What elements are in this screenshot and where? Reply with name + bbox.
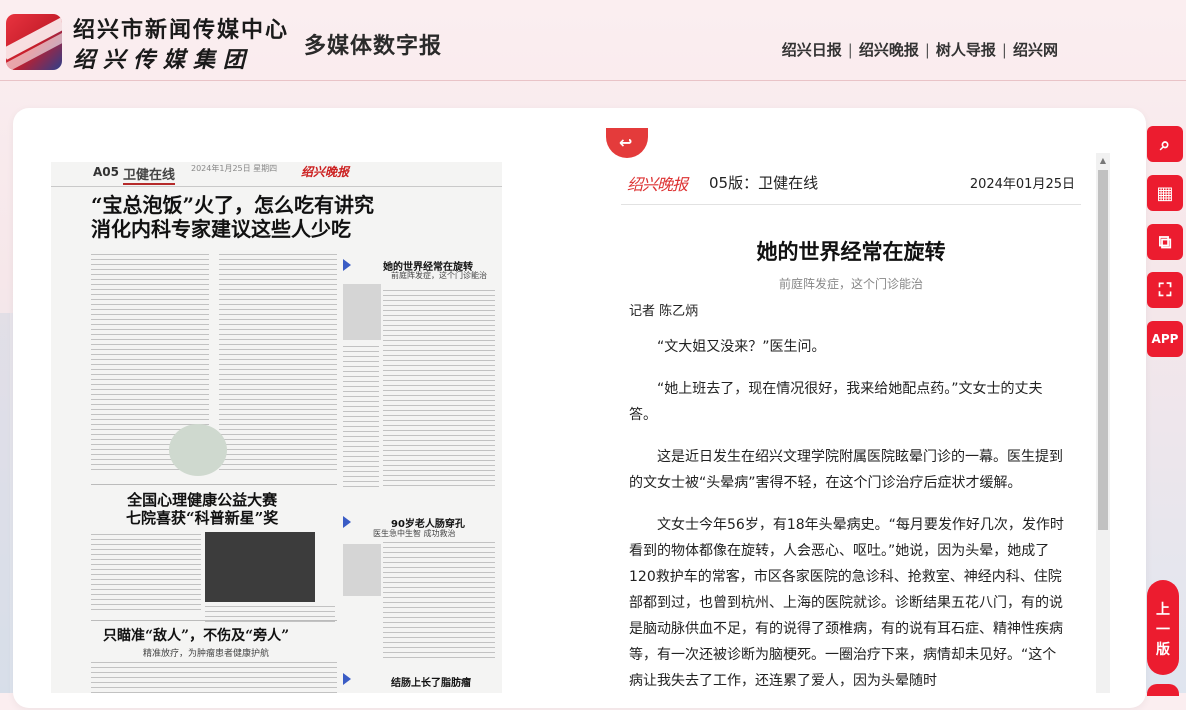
app-tool-button[interactable]: APP — [1147, 321, 1183, 357]
text-column — [383, 290, 495, 490]
text-column — [91, 534, 201, 614]
story-title-lipoma[interactable]: 结肠上长了脂肪瘤 — [391, 674, 471, 689]
story-marker-icon — [343, 673, 351, 685]
story-photo — [343, 284, 381, 340]
page-section: 卫健在线 — [123, 164, 176, 185]
edition-label: 05版：卫健在线 — [709, 174, 819, 192]
nav-separator: | — [1001, 41, 1007, 59]
story-marker-icon — [343, 259, 351, 271]
text-column — [219, 254, 337, 474]
return-arrow-icon: ↩ — [619, 133, 633, 152]
text-column — [383, 542, 495, 662]
headline-baozong[interactable]: “宝总泡饭”火了，怎么吃有讲究 消化内科专家建议这些人少吃 — [91, 193, 375, 241]
copy-icon: ⧉ — [1158, 231, 1172, 253]
story-marker-icon — [343, 516, 351, 528]
nav-link-shaoxing-evening[interactable]: 绍兴晚报 — [859, 41, 919, 59]
headline-line: 全国心理健康公益大赛 — [127, 491, 278, 509]
page-number: A05 — [93, 165, 119, 179]
paper-logo: 绍兴晚报 — [627, 175, 688, 194]
page-top-meta: 2024年1月25日 星期四 — [191, 164, 278, 173]
headline-radiotherapy[interactable]: 只瞄准“敌人”，不伤及“旁人” — [103, 628, 289, 645]
scan-icon: ⛶ — [1158, 279, 1172, 301]
nav-separator: | — [847, 41, 853, 59]
app-icon: APP — [1151, 332, 1179, 346]
article-author: 记者 陈乙炳 — [629, 304, 699, 319]
header-divider — [0, 80, 1186, 81]
org-name-line1: 绍兴市新闻传媒中心 — [73, 17, 290, 43]
nav-link-shaoxing-net[interactable]: 绍兴网 — [1013, 41, 1058, 59]
nav-link-shaoxing-daily[interactable]: 绍兴日报 — [782, 41, 842, 59]
headline-line: 七院喜获“科普新星”奖 — [126, 508, 279, 527]
next-page-button[interactable] — [1147, 684, 1179, 696]
search-icon: ⌕ — [1159, 133, 1171, 155]
text-column — [343, 346, 379, 491]
nav-separator: | — [924, 41, 930, 59]
prev-label-char: 版 — [1156, 642, 1170, 658]
article-paragraph: 文女士今年56岁，有18年头晕病史。“每月要发作好几次，发作时看到的物体都像在旋… — [629, 517, 1064, 689]
article-header: 绍兴晚报 05版：卫健在线 2024年01月25日 — [621, 166, 1081, 205]
article-paragraph: “文大姐又没来？”医生问。 — [657, 339, 826, 355]
article-body: “文大姐又没来？”医生问。 “她上班去了，现在情况很好，我来给她配点药。”文女士… — [629, 334, 1069, 710]
story-sub-perforation: 医生急中生智 成功救治 — [373, 529, 456, 538]
headline-radiotherapy-sub: 精准放疗，为肿瘤患者健康护航 — [143, 649, 270, 659]
article-paragraph: “她上班去了，现在情况很好，我来给她配点药。”文女士的丈夫答。 — [629, 381, 1043, 423]
story-sub-vertigo: 前庭阵发症，这个门诊能治 — [391, 271, 487, 280]
article-subtitle: 前庭阵发症，这个门诊能治 — [778, 277, 923, 291]
copy-tool-button[interactable]: ⧉ — [1147, 224, 1183, 260]
site-title: 多媒体数字报 — [304, 33, 443, 59]
news-photo — [205, 532, 315, 602]
site-header: 绍兴市新闻传媒中心 绍兴传媒集团 多媒体数字报 绍兴日报 | 绍兴晚报 | 树人导报 | 绍… — [0, 0, 1186, 80]
org-name-line2: 绍兴传媒集团 — [73, 47, 254, 73]
scan-tool-button[interactable]: ⛶ — [1147, 272, 1183, 308]
calendar-icon: ▦ — [1156, 182, 1174, 204]
divider — [91, 484, 337, 485]
headline-psychology[interactable]: 全国心理健康公益大赛 七院喜获“科普新星”奖 — [126, 491, 279, 527]
newspaper-page-image[interactable]: A05 卫健在线 2024年1月25日 星期四 绍兴晚报 “宝总泡饭”火了，怎么… — [51, 162, 502, 693]
calendar-tool-button[interactable]: ▦ — [1147, 175, 1183, 211]
scrollbar-thumb[interactable] — [1098, 170, 1108, 530]
hospital-logo-image — [169, 424, 227, 476]
previous-page-button[interactable]: 上 一 版 — [1147, 580, 1179, 675]
site-logo-icon[interactable] — [6, 14, 62, 70]
issue-date: 2024年01月25日 — [969, 177, 1075, 192]
page-topbar: A05 卫健在线 2024年1月25日 星期四 绍兴晚报 — [51, 162, 502, 187]
headline-line: 消化内科专家建议这些人少吃 — [91, 216, 351, 241]
article-paragraph: 这是近日发生在绍兴文理学院附属医院眩晕门诊的一幕。医生提到的文女士被“头晕病”害… — [629, 449, 1063, 491]
prev-label-char: 一 — [1156, 622, 1170, 638]
top-nav: 绍兴日报 | 绍兴晚报 | 树人导报 | 绍兴网 — [782, 39, 1058, 60]
scroll-up-arrow-icon[interactable]: ▲ — [1096, 153, 1110, 169]
headline-line: “宝总泡饭”火了，怎么吃有讲究 — [91, 193, 375, 217]
story-photo — [343, 544, 381, 596]
divider — [91, 620, 337, 621]
page-paper-logo: 绍兴晚报 — [301, 165, 350, 179]
prev-label-char: 上 — [1156, 602, 1170, 618]
nav-link-shuren-guide[interactable]: 树人导报 — [936, 41, 996, 59]
search-tool-button[interactable]: ⌕ — [1147, 126, 1183, 162]
article-title: 她的世界经常在旋转 — [756, 240, 946, 264]
text-column — [91, 662, 337, 693]
